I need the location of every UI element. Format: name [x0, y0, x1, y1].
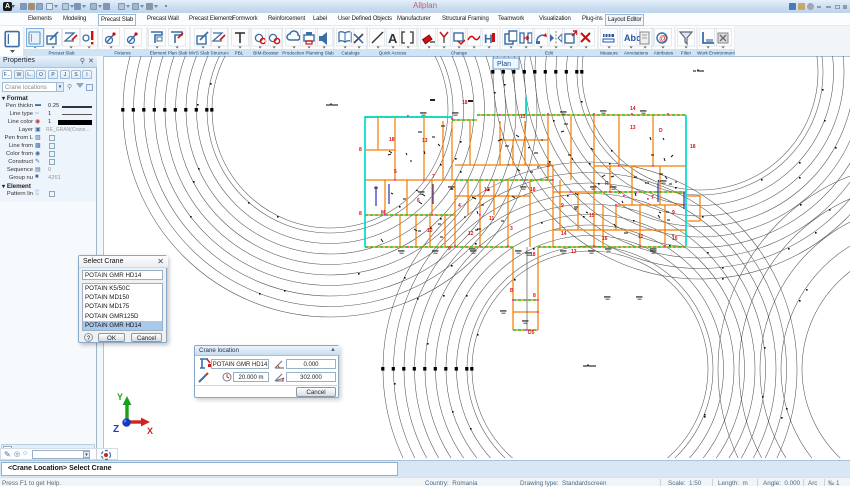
svg-text:Catalogs: Catalogs [341, 50, 360, 55]
svg-text:@: @ [659, 34, 667, 43]
svg-text:9: 9 [448, 246, 451, 252]
svg-text:Fixtures: Fixtures [114, 50, 131, 55]
svg-text:16: 16 [602, 236, 608, 242]
svg-text:x: x [618, 190, 621, 196]
svg-text:13: 13 [571, 249, 577, 255]
svg-text:13: 13 [422, 138, 428, 144]
svg-text:15: 15 [589, 213, 595, 219]
svg-text:Quick Access: Quick Access [379, 50, 407, 55]
svg-text:M: M [381, 210, 385, 216]
svg-text:7: 7 [651, 195, 654, 201]
svg-text:BIM-Booster: BIM-Booster [253, 50, 279, 55]
svg-text:12: 12 [484, 187, 490, 193]
svg-text:Precast Slab: Precast Slab [48, 50, 74, 55]
svg-text:18: 18 [690, 144, 696, 150]
svg-text:11: 11 [489, 216, 495, 222]
svg-text:D: D [659, 128, 663, 134]
svg-text:18: 18 [530, 187, 536, 193]
svg-text:2: 2 [547, 163, 550, 169]
svg-text:7: 7 [432, 174, 435, 180]
svg-text:12: 12 [468, 231, 474, 237]
svg-text:R: R [605, 181, 609, 187]
svg-text:X: X [147, 426, 153, 436]
svg-text:Change: Change [451, 50, 468, 55]
svg-text:6: 6 [417, 198, 420, 204]
svg-text:14: 14 [630, 106, 636, 112]
svg-text:4: 4 [458, 203, 461, 209]
svg-text:Attributes: Attributes [654, 50, 674, 55]
svg-text:Element Plan Slab: Element Plan Slab [150, 50, 188, 55]
svg-text:Production Planning Slab: Production Planning Slab [282, 50, 334, 55]
svg-text:13: 13 [520, 114, 526, 120]
svg-text:Y: Y [117, 392, 123, 402]
svg-text:9: 9 [672, 210, 675, 216]
svg-text:10: 10 [427, 228, 433, 234]
svg-text:Measure: Measure [600, 50, 618, 55]
svg-text:13: 13 [630, 125, 636, 131]
svg-text:5: 5 [394, 169, 397, 175]
svg-text:18: 18 [389, 137, 395, 143]
svg-text:8: 8 [533, 293, 536, 299]
svg-text:Edit: Edit [545, 50, 554, 55]
svg-text:D5: D5 [528, 330, 535, 336]
svg-text:B: B [510, 288, 514, 294]
svg-text:PBL: PBL [235, 50, 244, 55]
svg-text:H: H [484, 32, 493, 46]
svg-text:11: 11 [638, 234, 644, 240]
svg-text:18: 18 [462, 100, 468, 106]
svg-text:3: 3 [510, 226, 513, 232]
svg-text:14: 14 [561, 231, 567, 237]
svg-text:9: 9 [561, 203, 564, 209]
svg-text:10: 10 [672, 236, 678, 242]
svg-text:Filter: Filter [681, 50, 692, 55]
svg-text:8: 8 [359, 211, 362, 217]
svg-text:Annotations: Annotations [624, 50, 649, 55]
svg-text:Work Environment: Work Environment [697, 50, 735, 55]
svg-text:8: 8 [359, 147, 362, 153]
svg-text:Plan: Plan [497, 61, 511, 68]
svg-text:A: A [388, 31, 398, 46]
svg-text:MVS Slab Structure: MVS Slab Structure [189, 50, 230, 55]
svg-text:Z: Z [113, 424, 119, 435]
svg-text:Abc: Abc [624, 33, 641, 43]
